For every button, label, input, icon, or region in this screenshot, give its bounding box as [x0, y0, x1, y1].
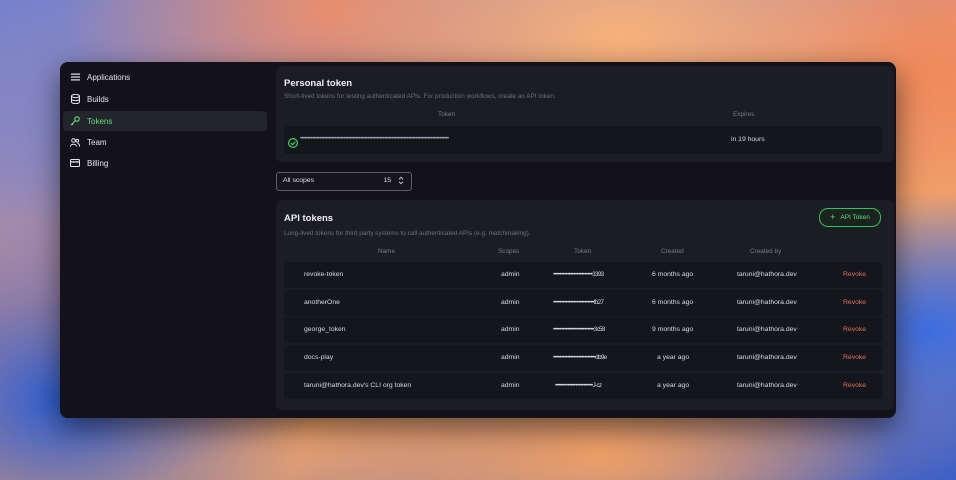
token-created: 6 months ago [652, 271, 694, 278]
database-icon [70, 94, 80, 104]
column-header-token: Token [574, 248, 592, 255]
api-tokens-card: API tokens Long-lived tokens for third p… [276, 200, 894, 410]
table-row: george_token admin •••••••••••••••••••••… [284, 317, 882, 343]
column-header-token: Token [438, 111, 456, 118]
token-name: revoke-token [304, 271, 344, 278]
token-created-by: taruni@hathora.dev [737, 299, 797, 306]
token-value: ••••••••••••••••••••••••••fb27 [553, 299, 604, 306]
token-scopes: admin [501, 326, 520, 333]
sidebar-item-label: Tokens [87, 116, 113, 126]
token-created: a year ago [657, 354, 690, 361]
token-scopes: admin [501, 382, 520, 389]
column-header-created: Created [661, 248, 684, 255]
revoke-button[interactable]: Revoke [843, 299, 866, 306]
credit-card-icon [70, 158, 80, 168]
column-header-name: Name [378, 248, 396, 255]
token-value: •••••••••••••••••••••••••••db9e [553, 354, 607, 361]
revoke-button[interactable]: Revoke [843, 271, 866, 278]
add-api-token-button[interactable]: + API Token [819, 208, 881, 227]
column-header-created-by: Created by [750, 248, 782, 255]
sidebar: Applications Builds Tokens Team Billing [60, 62, 270, 418]
plus-icon: + [830, 212, 836, 222]
app-window: Applications Builds Tokens Team Billing [60, 62, 896, 418]
menu-icon [70, 72, 80, 82]
token-created-by: taruni@hathora.dev [737, 271, 797, 278]
token-created: 9 months ago [652, 326, 694, 333]
api-tokens-title: API tokens [284, 213, 334, 224]
sidebar-item-team[interactable]: Team [63, 132, 267, 152]
sidebar-item-label: Builds [87, 94, 109, 104]
token-name: anotherOne [304, 299, 340, 306]
column-header-expires: Expires [733, 111, 755, 118]
sidebar-item-label: Billing [87, 158, 109, 168]
sidebar-item-billing[interactable]: Billing [63, 153, 267, 173]
personal-token-card: Personal token Short-lived tokens for te… [276, 66, 894, 162]
token-name: docs-play [304, 354, 334, 361]
table-row: revoke-token admin •••••••••••••••••••••… [284, 262, 882, 288]
table-row: anotherOne admin •••••••••••••••••••••••… [284, 290, 882, 316]
personal-token-row: ••••••••••••••••••••••••••••••••••••••••… [284, 126, 882, 154]
token-scopes: admin [501, 271, 520, 278]
token-created-by: taruni@hathora.dev [737, 326, 797, 333]
scope-filter-select[interactable]: All scopes 15 [276, 172, 412, 191]
sidebar-item-label: Team [87, 137, 107, 147]
column-header-scopes: Scopes [498, 248, 520, 255]
revoke-button[interactable]: Revoke [843, 354, 866, 361]
token-created-by: taruni@hathora.dev [737, 382, 797, 389]
token-value: ••••••••••••••••••••••••••3c58 [553, 326, 605, 333]
table-row: docs-play admin ••••••••••••••••••••••••… [284, 345, 882, 371]
sidebar-item-builds[interactable]: Builds [63, 89, 267, 109]
revoke-button[interactable]: Revoke [843, 382, 866, 389]
api-tokens-subtitle: Long-lived tokens for third party system… [284, 230, 531, 237]
personal-token-expires: in 19 hours [731, 136, 765, 143]
users-icon [70, 137, 80, 147]
personal-token-value[interactable]: ••••••••••••••••••••••••••••••••••••••••… [300, 136, 449, 142]
add-api-token-label: API Token [840, 214, 870, 221]
personal-token-title: Personal token [284, 78, 353, 89]
sidebar-item-applications[interactable]: Applications [63, 67, 267, 87]
token-created: a year ago [657, 382, 690, 389]
token-name: taruni@hathora.dev's CLI org token [304, 382, 412, 389]
sidebar-item-label: Applications [87, 72, 131, 82]
sidebar-item-tokens[interactable]: Tokens [63, 111, 267, 131]
token-name: george_token [304, 326, 346, 333]
token-created-by: taruni@hathora.dev [737, 354, 797, 361]
main-content: Personal token Short-lived tokens for te… [274, 62, 896, 418]
table-row: taruni@hathora.dev's CLI org token admin… [284, 373, 882, 399]
token-created: 6 months ago [652, 299, 694, 306]
token-value: ••••••••••••••••••••••••J-cz [555, 382, 602, 389]
personal-token-subtitle: Short-lived tokens for testing authentic… [284, 93, 556, 100]
key-icon [70, 116, 80, 126]
token-value: •••••••••••••••••••••••••3393 [553, 271, 604, 278]
scope-filter-label: All scopes [283, 177, 314, 184]
chevron-up-down-icon [398, 176, 404, 187]
token-scopes: admin [501, 299, 520, 306]
scope-filter-count: 15 [383, 177, 391, 184]
copy-icon[interactable] [287, 135, 299, 153]
revoke-button[interactable]: Revoke [843, 326, 866, 333]
token-scopes: admin [501, 354, 520, 361]
